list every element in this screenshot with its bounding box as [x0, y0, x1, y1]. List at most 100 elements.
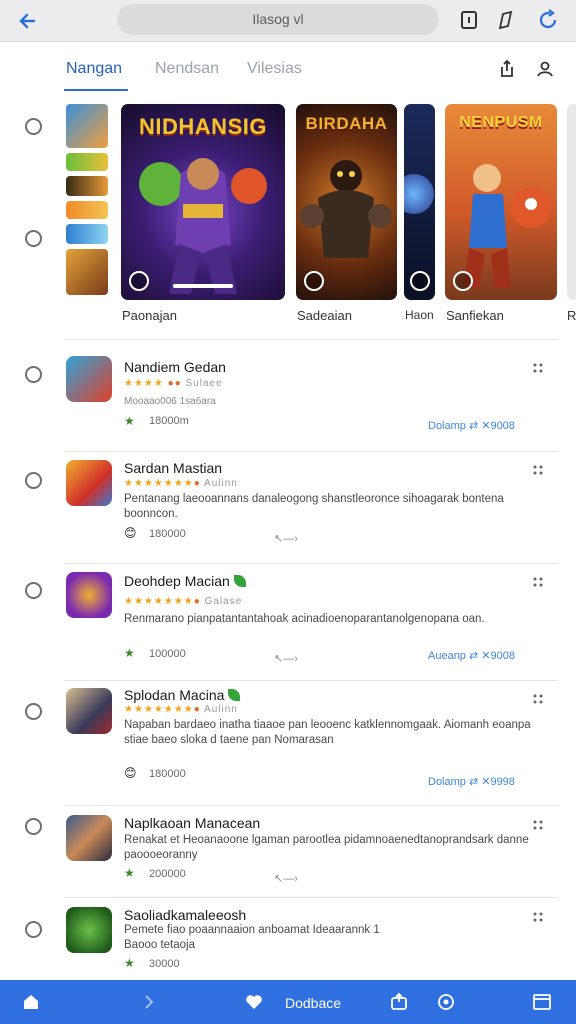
- select-radio[interactable]: [25, 703, 42, 720]
- bottom-nav: Dodbace: [0, 980, 576, 1024]
- emoji-icon: 😊: [124, 526, 137, 540]
- more-options-icon[interactable]: [532, 464, 544, 476]
- tab-count-icon[interactable]: [457, 8, 481, 32]
- thumbnail-image[interactable]: [66, 153, 108, 171]
- more-options-icon[interactable]: [532, 362, 544, 374]
- featured-card[interactable]: NIDHANSIG: [121, 104, 285, 300]
- badge-icon: ★: [124, 956, 135, 970]
- star-rating: ★★★★ ●● Sulaee: [124, 378, 223, 389]
- rating-text: Sulaee: [185, 378, 223, 389]
- divider: [64, 451, 558, 452]
- app-description: Pemete fiao poaannaaion anboamat Ideaara…: [124, 924, 380, 951]
- more-options-icon[interactable]: [532, 911, 544, 923]
- app-description: Pentanang laeooannans danaleogong shanst…: [124, 493, 504, 520]
- card-label[interactable]: Haon: [405, 308, 434, 322]
- thumbnail-image[interactable]: [66, 249, 108, 295]
- share-icon[interactable]: [496, 58, 518, 80]
- back-arrow-icon[interactable]: [14, 6, 44, 36]
- more-options-icon[interactable]: [532, 693, 544, 705]
- card-label[interactable]: Paonajan: [122, 308, 177, 323]
- profile-icon[interactable]: [534, 58, 556, 80]
- divider: [64, 680, 558, 681]
- edit-icon[interactable]: [494, 8, 518, 32]
- app-icon[interactable]: [66, 688, 112, 734]
- app-icon[interactable]: [66, 572, 112, 618]
- leaf-icon: [233, 575, 246, 587]
- select-radio[interactable]: [25, 818, 42, 835]
- heart-icon[interactable]: [244, 992, 264, 1012]
- verified-icon: [453, 271, 473, 291]
- row-action-link[interactable]: Dolamp ⇄ ✕9008: [428, 419, 515, 432]
- nav-label[interactable]: Dodbace: [285, 995, 341, 1011]
- divider: [64, 805, 558, 806]
- thumbnail-image[interactable]: [66, 201, 108, 219]
- featured-card[interactable]: BIRDAHA: [296, 104, 397, 300]
- app-name[interactable]: Saoliadkamaleeosh: [124, 907, 246, 923]
- app-icon[interactable]: [66, 907, 112, 953]
- more-options-icon[interactable]: [532, 819, 544, 831]
- row-action-link[interactable]: Aueanp ⇄ ✕9008: [428, 649, 515, 662]
- divider: [64, 563, 558, 564]
- chevron-right-icon[interactable]: [139, 992, 159, 1012]
- select-radio[interactable]: [25, 472, 42, 489]
- refresh-icon[interactable]: [536, 8, 560, 32]
- window-icon[interactable]: [532, 992, 552, 1012]
- app-icon[interactable]: [66, 815, 112, 861]
- star-rating: ★★★★★★★● Galase: [124, 596, 243, 607]
- address-bar[interactable]: Ilasog vl: [117, 4, 439, 35]
- select-radio[interactable]: [25, 230, 42, 247]
- app-name[interactable]: Splodan Macina: [124, 687, 241, 703]
- emoji-icon: 😊: [124, 766, 137, 780]
- rating-text: Aulinn: [204, 478, 238, 489]
- app-name[interactable]: Sardan Mastian: [124, 460, 222, 476]
- star-rating: ★★★★★★★● Aulinn: [124, 704, 238, 715]
- download-count: 200000: [149, 868, 186, 880]
- badge-icon: ★: [124, 414, 135, 428]
- card-label[interactable]: Sadeaian: [297, 308, 352, 323]
- tab-nendsan[interactable]: Nendsan: [155, 60, 219, 78]
- tab-bar: Nangan Nendsan Vilesias: [0, 46, 576, 96]
- divider: [64, 897, 558, 898]
- leaf-icon: [228, 689, 241, 701]
- thumbnail-image[interactable]: [66, 224, 108, 244]
- app-name[interactable]: Nandiem Gedan: [124, 359, 226, 375]
- rating-text: Aulinn: [204, 704, 238, 715]
- app-icon[interactable]: [66, 460, 112, 506]
- thumbnail-image[interactable]: [66, 104, 108, 148]
- more-options-icon[interactable]: [532, 576, 544, 588]
- divider: [64, 339, 558, 340]
- star-rating: ★★★★★★★● Aulinn: [124, 478, 238, 489]
- app-description: Renmarano pianpatantantahoak acinadioeno…: [124, 613, 485, 625]
- select-radio[interactable]: [25, 118, 42, 135]
- tab-nangan[interactable]: Nangan: [66, 60, 122, 78]
- featured-card[interactable]: [567, 104, 576, 300]
- swipe-arrow-icon: ↖—›: [274, 653, 298, 665]
- thumbnail-image[interactable]: [66, 176, 108, 196]
- verified-icon: [410, 271, 430, 291]
- featured-card[interactable]: [404, 104, 435, 300]
- badge-icon: ★: [124, 646, 135, 660]
- select-radio[interactable]: [25, 582, 42, 599]
- settings-icon[interactable]: [436, 992, 456, 1012]
- tab-vilesias[interactable]: Vilesias: [247, 60, 302, 78]
- share-icon[interactable]: [389, 992, 409, 1012]
- row-action-link[interactable]: Dolamp ⇄ ✕9998: [428, 775, 515, 788]
- card-label[interactable]: Sanfiekan: [446, 308, 504, 323]
- app-name[interactable]: Naplkaoan Manacean: [124, 815, 260, 831]
- download-count: 18000m: [149, 415, 189, 427]
- select-radio[interactable]: [25, 366, 42, 383]
- featured-card[interactable]: NENPUSM: [445, 104, 557, 300]
- app-icon[interactable]: [66, 356, 112, 402]
- verified-icon: [129, 271, 149, 291]
- card-artwork: [404, 174, 434, 214]
- app-name[interactable]: Deohdep Macian: [124, 573, 246, 589]
- badge-icon: ★: [124, 866, 135, 880]
- home-icon[interactable]: [21, 992, 41, 1012]
- browser-bar: Ilasog vl: [0, 0, 576, 42]
- select-radio[interactable]: [25, 921, 42, 938]
- app-screen: Ilasog vl Nangan Nendsan Vilesias NIDHAN…: [0, 0, 576, 1024]
- app-name-text: Deohdep Macian: [124, 573, 230, 589]
- verified-icon: [304, 271, 324, 291]
- card-label[interactable]: R: [567, 308, 576, 323]
- active-tab-indicator: [64, 89, 128, 91]
